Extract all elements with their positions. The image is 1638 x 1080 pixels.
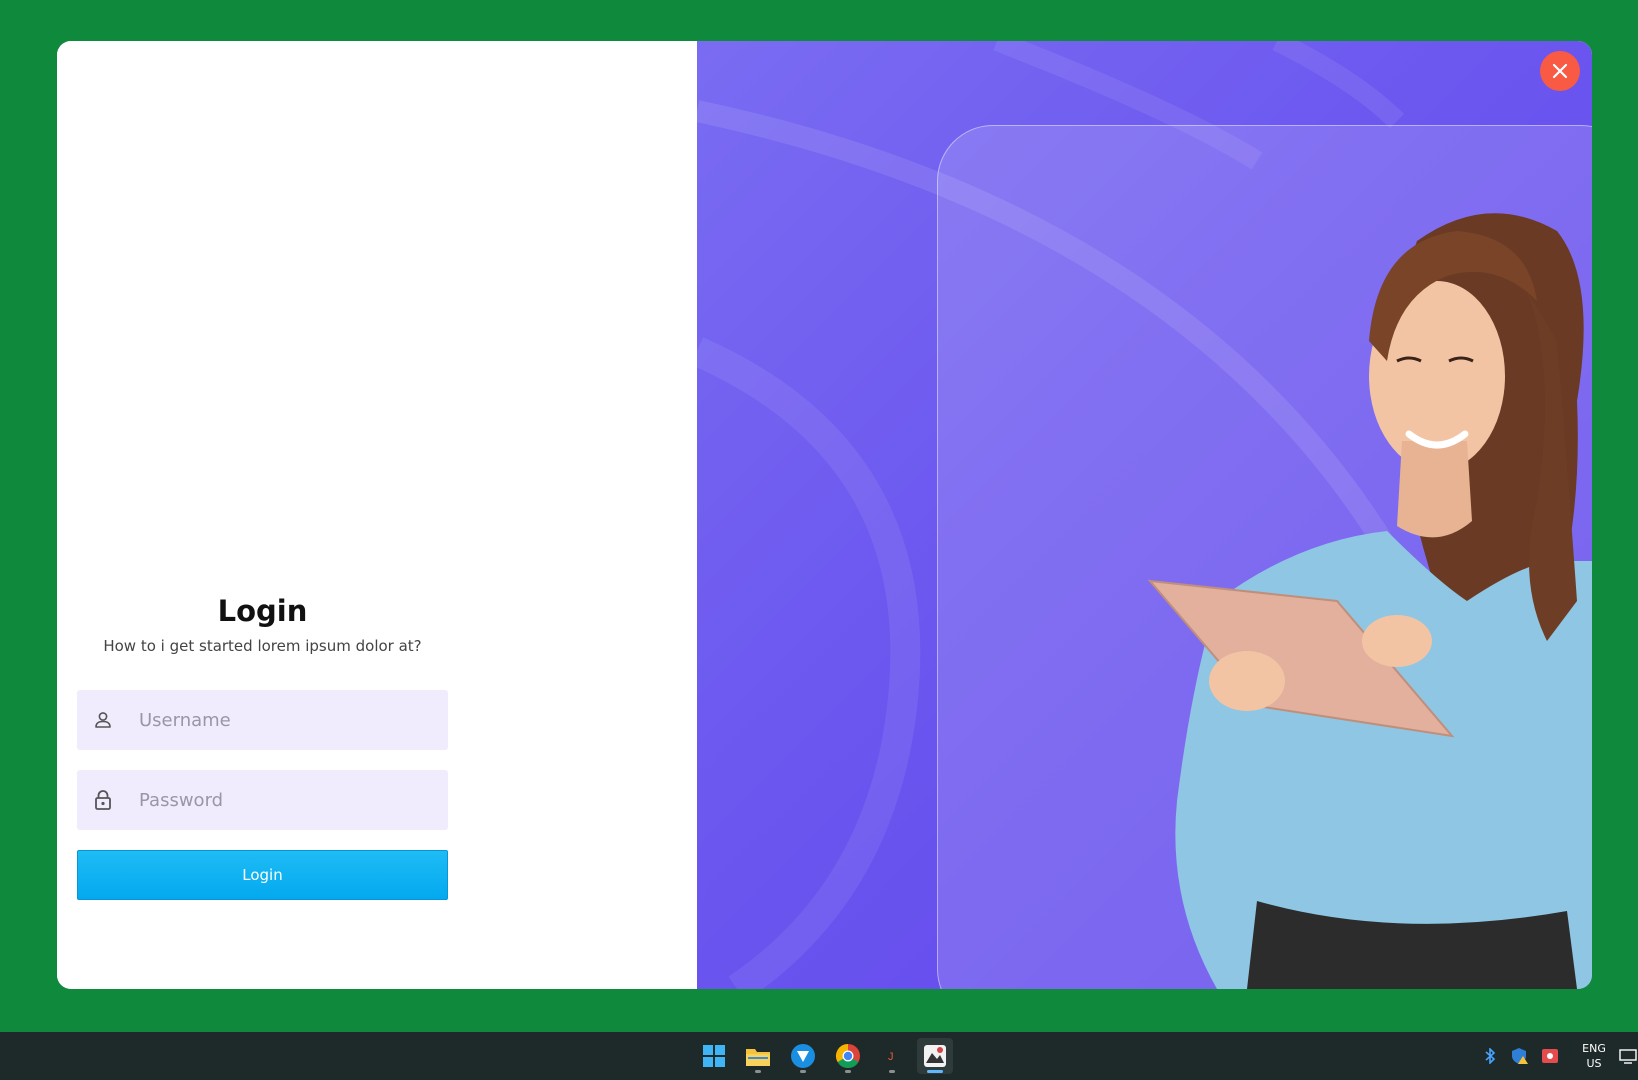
password-field[interactable] [77,770,448,830]
login-title: Login [217,594,308,628]
language-indicator[interactable]: ENG US [1576,1041,1612,1071]
username-input[interactable] [129,690,448,750]
login-form-panel: Login How to i get started lorem ipsum d… [57,41,697,989]
username-field[interactable] [77,690,448,750]
close-button[interactable] [1540,51,1580,91]
notification-icon[interactable] [1618,1046,1638,1066]
image-app-icon[interactable] [917,1038,953,1074]
security-warning-icon[interactable] [1510,1046,1530,1066]
file-explorer-icon[interactable] [740,1038,776,1074]
lock-icon [77,770,129,830]
user-icon [77,690,129,750]
login-button[interactable]: Login [77,850,448,900]
woman-with-tablet-illustration [1147,213,1592,989]
chrome-icon[interactable] [830,1038,866,1074]
svg-text:J: J [888,1051,894,1063]
hero-panel [697,41,1592,989]
java-app-icon[interactable]: J [874,1038,910,1074]
bluetooth-icon[interactable] [1480,1046,1500,1066]
region-code: US [1586,1057,1602,1070]
vpn-app-icon[interactable] [785,1038,821,1074]
windows-start-icon[interactable] [696,1038,732,1074]
login-subtitle: How to i get started lorem ipsum dolor a… [103,637,422,655]
language-code: ENG [1582,1042,1606,1055]
taskbar: J ENG US [0,1032,1638,1080]
close-icon [1552,63,1568,79]
login-window: Login How to i get started lorem ipsum d… [57,41,1592,989]
app-tray-icon[interactable] [1540,1046,1560,1066]
password-input[interactable] [129,770,448,830]
